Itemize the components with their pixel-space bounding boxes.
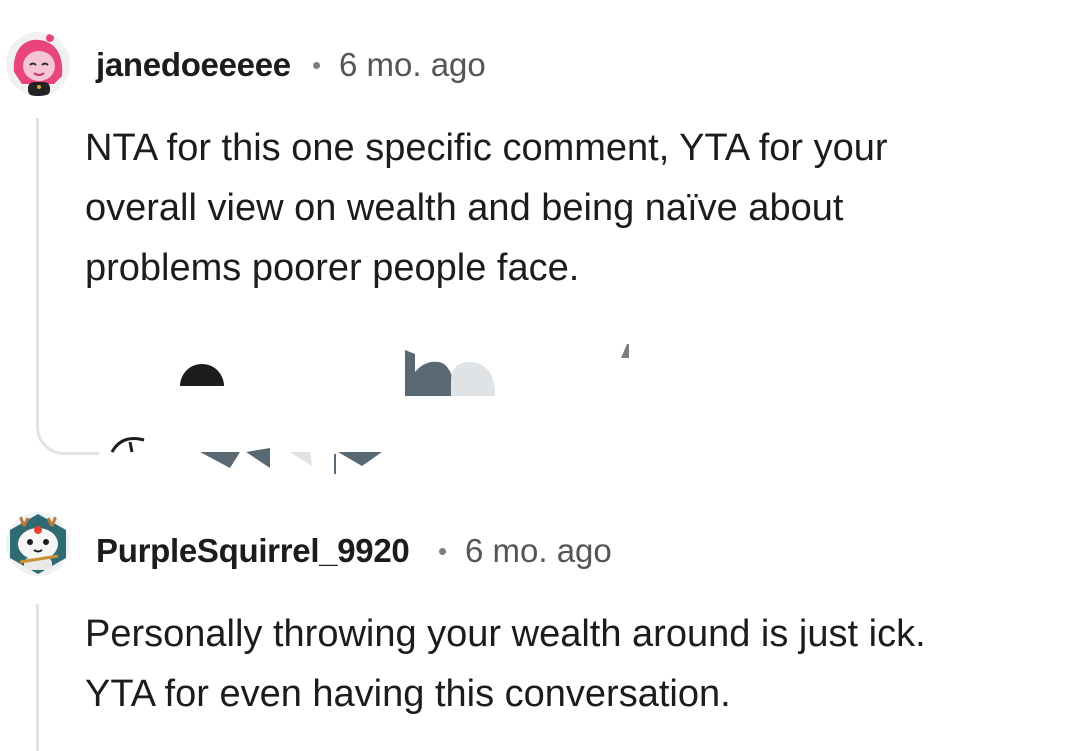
timestamp[interactable]: 6 mo. ago [465, 532, 612, 570]
thread-line[interactable] [36, 118, 39, 408]
upvote-icon[interactable] [200, 448, 272, 470]
vote-count-icon [621, 344, 631, 358]
pink-hair-snoo-avatar-icon [6, 32, 70, 96]
comment-line: NTA for this one specific comment, YTA f… [85, 127, 888, 169]
username[interactable]: janedoeeeee [96, 46, 291, 84]
separator-dot: • [438, 536, 448, 566]
award-icon[interactable] [180, 362, 224, 386]
separator-dot: • [312, 50, 322, 80]
avatar[interactable] [6, 32, 70, 96]
downvote-icon[interactable] [290, 448, 384, 474]
comment-line: problems poorer people face. [85, 247, 580, 289]
thread-line[interactable] [36, 604, 39, 751]
avatar[interactable] [6, 512, 70, 576]
share-icon[interactable] [405, 350, 495, 398]
timestamp[interactable]: 6 mo. ago [339, 46, 486, 84]
comment-body: NTA for this one specific comment, YTA f… [85, 118, 888, 298]
username[interactable]: PurpleSquirrel_9920 [96, 532, 410, 570]
thread-curve [36, 400, 99, 455]
comment-line: Personally throwing your wealth around i… [85, 613, 926, 655]
comment-line: YTA for even having this conversation. [85, 673, 731, 715]
comment-line: overall view on wealth and being naïve a… [85, 187, 844, 229]
comment-body: Personally throwing your wealth around i… [85, 604, 926, 724]
reply-icon[interactable] [110, 430, 152, 456]
antlered-cat-snoo-avatar-icon [10, 514, 66, 574]
